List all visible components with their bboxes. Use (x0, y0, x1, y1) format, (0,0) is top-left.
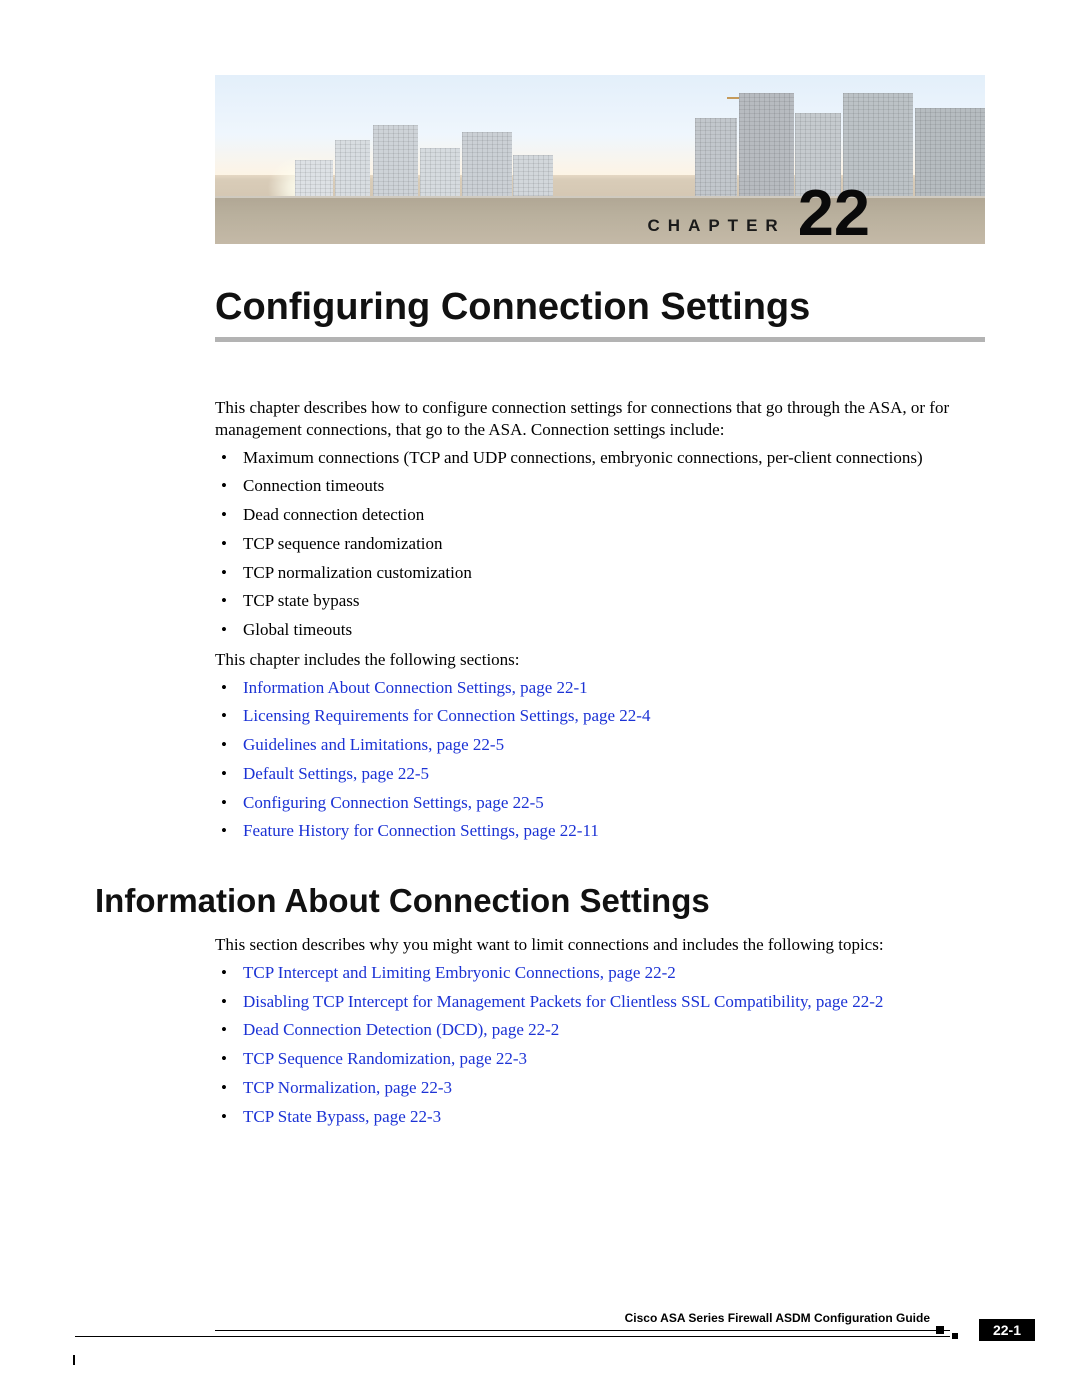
sections-list: Information About Connection Settings, p… (239, 677, 985, 843)
intro-paragraph-1: This chapter describes how to configure … (215, 397, 985, 441)
list-item: Dead connection detection (239, 504, 985, 526)
xref-link[interactable]: Default Settings, page 22-5 (243, 764, 429, 783)
list-item: Guidelines and Limitations, page 22-5 (239, 734, 985, 756)
list-item: TCP Intercept and Limiting Embryonic Con… (239, 962, 985, 984)
chapter-title: Configuring Connection Settings (215, 286, 985, 329)
list-item: TCP State Bypass, page 22-3 (239, 1106, 985, 1128)
chapter-label: CHAPTER (648, 216, 786, 240)
xref-link[interactable]: Configuring Connection Settings, page 22… (243, 793, 544, 812)
list-item: Configuring Connection Settings, page 22… (239, 792, 985, 814)
section2-links-list: TCP Intercept and Limiting Embryonic Con… (239, 962, 985, 1128)
list-item: Maximum connections (TCP and UDP connect… (239, 447, 985, 469)
xref-link[interactable]: TCP State Bypass, page 22-3 (243, 1107, 441, 1126)
list-item: Information About Connection Settings, p… (239, 677, 985, 699)
xref-link[interactable]: Disabling TCP Intercept for Management P… (243, 992, 883, 1011)
xref-link[interactable]: Guidelines and Limitations, page 22-5 (243, 735, 504, 754)
footer-square-icon (952, 1333, 958, 1339)
list-item: TCP state bypass (239, 590, 985, 612)
list-item: Default Settings, page 22-5 (239, 763, 985, 785)
list-item: TCP Normalization, page 22-3 (239, 1077, 985, 1099)
xref-link[interactable]: Licensing Requirements for Connection Se… (243, 706, 650, 725)
list-item: TCP normalization customization (239, 562, 985, 584)
list-item: Feature History for Connection Settings,… (239, 820, 985, 842)
page-footer: Cisco ASA Series Firewall ASDM Configura… (95, 1325, 1080, 1355)
chapter-header-image: CHAPTER 22 (215, 75, 985, 244)
list-item: Connection timeouts (239, 475, 985, 497)
xref-link[interactable]: Feature History for Connection Settings,… (243, 821, 599, 840)
section-heading: Information About Connection Settings (95, 880, 985, 922)
list-item: TCP Sequence Randomization, page 22-3 (239, 1048, 985, 1070)
footer-square-icon (936, 1326, 944, 1334)
title-rule (215, 337, 985, 342)
intro-paragraph-2: This chapter includes the following sect… (215, 649, 985, 671)
list-item: Disabling TCP Intercept for Management P… (239, 991, 985, 1013)
features-list: Maximum connections (TCP and UDP connect… (239, 447, 985, 641)
list-item: Dead Connection Detection (DCD), page 22… (239, 1019, 985, 1041)
xref-link[interactable]: TCP Normalization, page 22-3 (243, 1078, 452, 1097)
xref-link[interactable]: TCP Sequence Randomization, page 22-3 (243, 1049, 527, 1068)
section2-intro: This section describes why you might wan… (215, 934, 985, 956)
list-item: TCP sequence randomization (239, 533, 985, 555)
footer-guide-title: Cisco ASA Series Firewall ASDM Configura… (625, 1311, 930, 1325)
xref-link[interactable]: TCP Intercept and Limiting Embryonic Con… (243, 963, 676, 982)
list-item: Licensing Requirements for Connection Se… (239, 705, 985, 727)
xref-link[interactable]: Dead Connection Detection (DCD), page 22… (243, 1020, 559, 1039)
page-number-badge: 22-1 (979, 1319, 1035, 1341)
xref-link[interactable]: Information About Connection Settings, p… (243, 678, 588, 697)
list-item: Global timeouts (239, 619, 985, 641)
chapter-number: 22 (798, 185, 870, 240)
